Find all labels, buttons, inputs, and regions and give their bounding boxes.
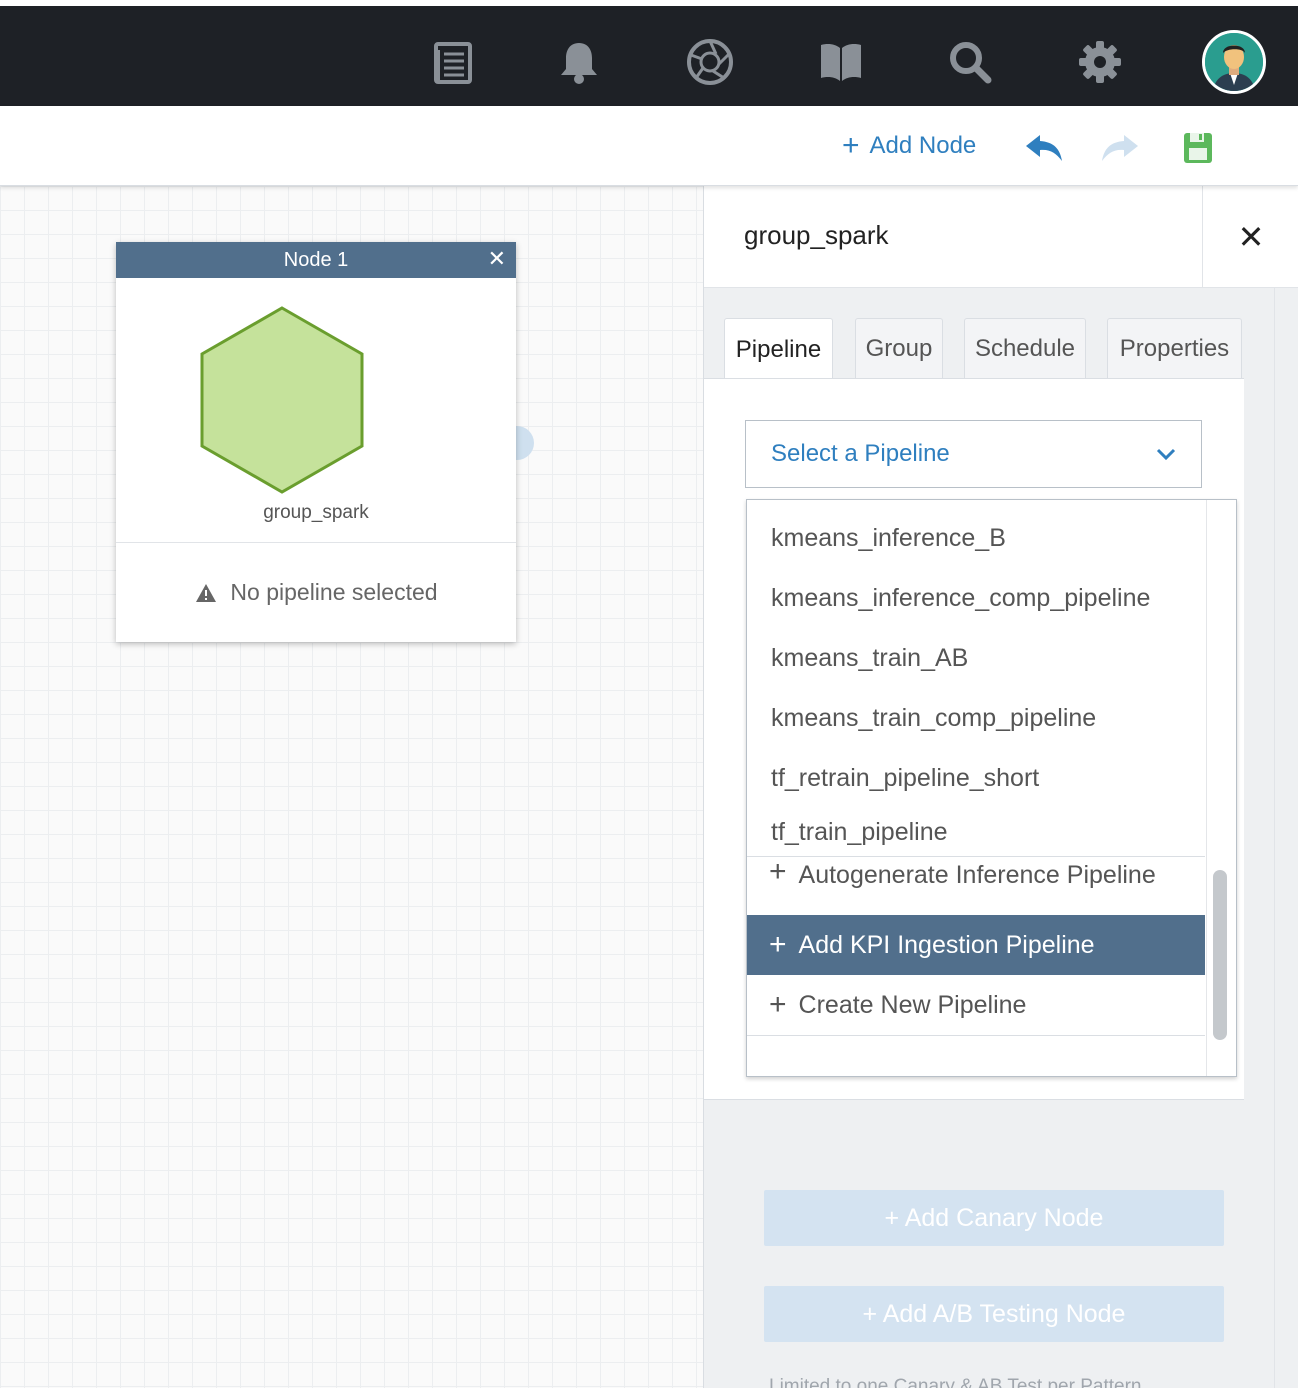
node-status-text: No pipeline selected [230,579,438,605]
pipeline-tab-content: Select a Pipeline kmeans_inference_B kme… [704,378,1244,1100]
tab-pipeline[interactable]: Pipeline [724,318,833,380]
node-name: group_spark [263,502,369,523]
save-icon[interactable] [1178,128,1218,168]
user-avatar[interactable] [1202,30,1266,94]
limit-note: Limited to one Canary & AB Test per Patt… [769,1376,1142,1388]
panel-close-icon[interactable]: ✕ [1202,186,1298,287]
add-kpi-label: Add KPI Ingestion Pipeline [798,930,1095,959]
warning-icon [196,583,217,602]
node-title: Node 1 [283,248,349,271]
dropdown-divider [747,1035,1205,1036]
pipeline-option[interactable]: kmeans_train_comp_pipeline [747,688,1205,748]
chevron-down-icon [1156,448,1176,461]
autogenerate-inference-option[interactable]: + Autogenerate Inference Pipeline [747,857,1205,915]
editor-toolbar: + Add Node [0,106,1298,186]
pipeline-dropdown-menu: kmeans_inference_B kmeans_inference_comp… [746,499,1237,1077]
pipeline-option[interactable]: tf_train_pipeline [747,808,1205,856]
tab-schedule[interactable]: Schedule [964,318,1086,378]
pipeline-option[interactable]: kmeans_inference_B [747,508,1205,568]
node-settings-panel: group_spark ✕ Pipeline Group Schedule Pr… [703,186,1298,1388]
plus-icon: + [769,988,787,1021]
node-close-icon[interactable]: ✕ [488,246,506,272]
book-icon[interactable] [815,36,867,88]
undo-icon[interactable] [1024,128,1064,168]
panel-body: Pipeline Group Schedule Properties Selec… [704,288,1274,1388]
plus-icon: + [769,857,787,888]
pipeline-node-card[interactable]: Node 1 ✕ group_spark No pipeline selecte… [116,242,516,642]
plus-icon: + [769,928,787,961]
document-icon[interactable] [426,36,478,88]
panel-scrollbar[interactable] [1274,288,1298,1388]
add-ab-testing-node-button[interactable]: + Add A/B Testing Node [764,1286,1224,1342]
pipeline-option[interactable]: kmeans_train_AB [747,628,1205,688]
panel-header: group_spark ✕ [704,186,1298,288]
autogenerate-label: Autogenerate Inference Pipeline [798,861,1156,889]
add-canary-node-button[interactable]: + Add Canary Node [764,1190,1224,1246]
hexagon-node-icon [200,306,364,494]
node-status: No pipeline selected [116,543,516,642]
top-navbar [0,0,1298,106]
pipeline-select[interactable]: Select a Pipeline [745,420,1202,488]
search-icon[interactable] [944,36,996,88]
redo-icon[interactable] [1100,128,1140,168]
node-body: group_spark [116,278,516,543]
pipeline-option[interactable]: tf_retrain_pipeline_short [747,748,1205,808]
plus-icon: + [842,129,860,162]
dropdown-scrollbar-thumb[interactable] [1213,870,1227,1040]
tab-group[interactable]: Group [855,318,943,378]
tab-properties[interactable]: Properties [1107,318,1242,378]
pipeline-option[interactable]: kmeans_inference_comp_pipeline [747,568,1205,628]
add-node-label: Add Node [869,132,977,159]
panel-title: group_spark [744,220,889,250]
add-kpi-ingestion-option[interactable]: + Add KPI Ingestion Pipeline [747,915,1205,975]
create-new-label: Create New Pipeline [798,990,1027,1019]
create-new-pipeline-option[interactable]: + Create New Pipeline [747,975,1205,1035]
gear-icon[interactable] [1074,36,1126,88]
bell-icon[interactable] [553,36,605,88]
node-header: Node 1 ✕ [116,242,516,278]
pipeline-select-placeholder: Select a Pipeline [771,440,950,467]
add-node-button[interactable]: + Add Node [842,128,976,164]
aperture-icon[interactable] [684,36,736,88]
